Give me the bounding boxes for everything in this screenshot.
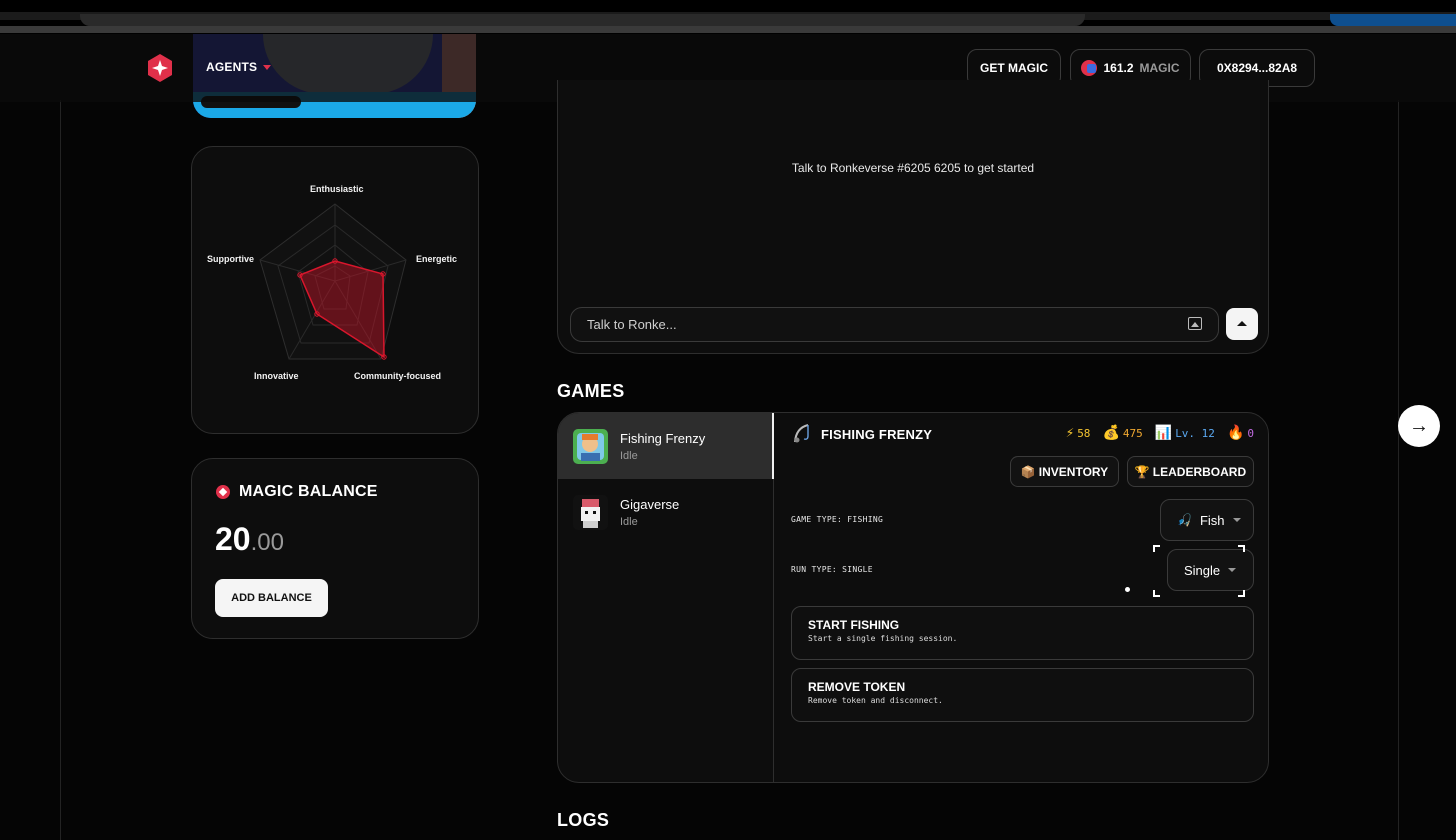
next-arrow-button[interactable]: → (1398, 405, 1440, 447)
game-type-select[interactable]: 🎣 Fish (1160, 499, 1254, 541)
games-section-title: GAMES (557, 381, 625, 401)
personality-radar-card: Enthusiastic Energetic Community-focused… (191, 146, 479, 434)
focus-corner (1238, 545, 1245, 552)
action-title: START FISHING (808, 618, 900, 632)
game-type-label: GAME TYPE: FISHING (791, 515, 884, 524)
gigaverse-thumbnail (573, 495, 608, 530)
frame-line-right (1398, 100, 1399, 840)
game-name: Fishing Frenzy (620, 431, 706, 446)
magic-icon (216, 485, 230, 499)
run-type-label: RUN TYPE: SINGLE (791, 565, 873, 574)
action-description: Remove token and disconnect. (808, 696, 943, 705)
streak-stat: 🔥 0 (1226, 425, 1254, 441)
start-fishing-button[interactable]: START FISHING Start a single fishing ses… (791, 606, 1254, 660)
chat-panel: Talk to Ronkeverse #6205 6205 to get sta… (557, 80, 1269, 354)
magic-balance-value: 161.2 (1103, 61, 1134, 75)
box-icon: 📦 (1020, 464, 1036, 479)
inventory-label: INVENTORY (1038, 464, 1109, 479)
game-name: Gigaverse (620, 497, 680, 512)
cursor-dot (1125, 587, 1130, 592)
energy-stat: ⚡ 58 (1065, 425, 1091, 441)
gold-stat: 💰 475 (1102, 425, 1143, 441)
agents-menu-label: AGENTS (206, 60, 258, 74)
money-bag-icon: 💰 (1102, 425, 1120, 441)
game-status: Idle (620, 450, 638, 462)
game-stats: ⚡ 58 💰 475 📊 Lv. 12 🔥 0 (1066, 425, 1254, 441)
games-card: Fishing Frenzy Idle Gigaverse Idle FISHI… (557, 412, 1269, 783)
chevron-down-icon (1232, 518, 1241, 522)
run-type-select[interactable]: Single (1167, 549, 1254, 591)
fire-icon: 🔥 (1226, 425, 1245, 441)
radar-label-innovative: Innovative (254, 371, 299, 381)
games-list: Fishing Frenzy Idle Gigaverse Idle (558, 413, 774, 782)
lightning-icon: ⚡ (1065, 425, 1075, 441)
magic-token-icon (1081, 60, 1098, 76)
game-item-gigaverse[interactable]: Gigaverse Idle (558, 479, 774, 545)
radar-label-community-focused: Community-focused (354, 371, 442, 381)
balance-decimal: .00 (250, 529, 284, 556)
remove-token-button[interactable]: REMOVE TOKEN Remove token and disconnect… (791, 668, 1254, 722)
chat-empty-message: Talk to Ronkeverse #6205 6205 to get sta… (791, 161, 1035, 175)
add-balance-button[interactable]: ADD BALANCE (215, 579, 328, 617)
magic-balance-heading: MAGIC BALANCE (216, 483, 378, 501)
game-item-fishing-frenzy[interactable]: Fishing Frenzy Idle (558, 413, 774, 479)
caret-down-icon (263, 64, 272, 70)
radar-label-energetic: Energetic (416, 254, 458, 264)
run-type-value: Single (1184, 562, 1221, 578)
get-magic-label: GET MAGIC (980, 61, 1048, 75)
leaderboard-label: LEADERBOARD (1152, 464, 1247, 479)
chart-icon: 📊 (1154, 425, 1173, 441)
leaderboard-button[interactable]: 🏆 LEADERBOARD (1127, 456, 1254, 487)
focus-corner (1153, 590, 1160, 597)
chat-input[interactable] (570, 307, 1219, 342)
wallet-address: 0X8294...82A8 (1216, 61, 1298, 75)
frame-line-left (60, 100, 61, 840)
game-panel-title: FISHING FRENZY (821, 427, 933, 442)
logs-section-title: LOGS (557, 810, 610, 830)
magic-balance-amount: 20.00 (215, 521, 284, 558)
level-stat: 📊 Lv. 12 (1154, 425, 1215, 441)
magic-unit: MAGIC (1139, 61, 1180, 75)
send-button[interactable] (1226, 308, 1258, 340)
action-title: REMOVE TOKEN (808, 680, 906, 694)
focus-corner (1238, 590, 1245, 597)
game-status: Idle (620, 516, 638, 528)
trophy-icon: 🏆 (1134, 464, 1150, 479)
balance-whole: 20 (215, 521, 251, 557)
game-detail-panel: FISHING FRENZY ⚡ 58 💰 475 📊 Lv. 12 🔥 0 📦 INV… (775, 413, 1268, 782)
fish-icon: 🎣 (1177, 513, 1192, 527)
action-description: Start a single fishing session. (808, 634, 958, 643)
focus-corner (1153, 545, 1160, 552)
magic-balance-card: MAGIC BALANCE 20.00 ADD BALANCE (191, 458, 479, 639)
arrow-right-icon: → (1409, 414, 1429, 437)
image-upload-icon[interactable] (1188, 317, 1202, 330)
game-type-value: Fish (1199, 512, 1225, 528)
inventory-button[interactable]: 📦 INVENTORY (1010, 456, 1119, 487)
logo-icon[interactable] (146, 53, 174, 83)
fishing-frenzy-thumbnail (573, 429, 608, 464)
magic-balance-title: MAGIC BALANCE (239, 483, 378, 500)
browser-chrome (0, 0, 1456, 34)
agents-menu[interactable]: AGENTS (206, 60, 272, 74)
fishing-rod-icon (794, 424, 809, 443)
chevron-down-icon (1228, 568, 1237, 572)
radar-label-supportive: Supportive (207, 254, 255, 264)
radar-label-enthusiastic: Enthusiastic (310, 184, 364, 194)
